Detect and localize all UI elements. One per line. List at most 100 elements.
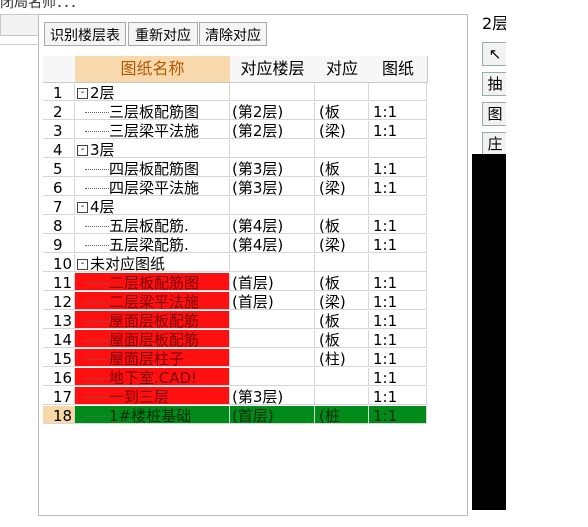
ratio-cell[interactable]	[369, 197, 427, 215]
table-row[interactable]: 14 屋面层板配筋 (板 1:1	[43, 330, 428, 349]
ratio-cell[interactable]: 1:1	[369, 102, 427, 120]
drawing-name-cell[interactable]: -3层	[75, 140, 230, 158]
drawing-name-cell[interactable]: - 未对应图纸	[75, 254, 230, 272]
drawing-name-cell[interactable]: 五层板配筋.	[75, 216, 230, 234]
ratio-cell[interactable]: 1:1	[369, 235, 427, 253]
table-row[interactable]: 3 三层梁平法施 (第2层) (梁) 1:1	[43, 121, 428, 140]
ratio-cell[interactable]: 1:1	[369, 387, 427, 405]
drawing-name-cell[interactable]: 一到三层	[75, 387, 230, 405]
drawing-name-cell[interactable]: 1#楼桩基础	[75, 406, 230, 424]
header-drawing-name[interactable]: 图纸名称	[75, 56, 231, 83]
drawing-name-cell[interactable]: -2层	[75, 83, 230, 101]
drawing-name-cell[interactable]: 四层梁平法施	[75, 178, 230, 196]
map-cell[interactable]	[315, 197, 369, 215]
floor-cell[interactable]: (第3层)	[230, 159, 315, 177]
drawing-name-cell[interactable]: 二层梁平法施	[75, 292, 230, 310]
floor-cell[interactable]: (第3层)	[230, 178, 315, 196]
drawing-name-cell[interactable]: -4层	[75, 197, 230, 215]
drawing-name-cell[interactable]: 三层梁平法施	[75, 121, 230, 139]
column-tool-icon[interactable]: 庄	[482, 132, 508, 156]
ratio-cell[interactable]: 1:1	[369, 292, 427, 310]
drawing-name-cell[interactable]: 屋面层板配筋	[75, 311, 230, 329]
ratio-cell[interactable]: 1:1	[369, 368, 427, 386]
drawing-name-cell[interactable]: 五层梁配筋.	[75, 235, 230, 253]
ratio-cell[interactable]: 1:1	[369, 273, 427, 291]
table-row[interactable]: 13 屋面层板配筋 (板 1:1	[43, 311, 428, 330]
drawing-name-cell[interactable]: 二层板配筋图	[75, 273, 230, 291]
table-row[interactable]: 1-2层	[43, 83, 428, 102]
drawing-name-cell[interactable]: 地下室.CAD!	[75, 368, 230, 386]
map-cell[interactable]	[315, 368, 369, 386]
rematch-button[interactable]: 重新对应	[128, 22, 198, 46]
ratio-cell[interactable]: 1:1	[369, 121, 427, 139]
clear-match-button[interactable]: 清除对应	[199, 22, 267, 46]
floor-cell[interactable]: (第4层)	[230, 216, 315, 234]
table-row[interactable]: 6 四层梁平法施 (第3层) (梁) 1:1	[43, 178, 428, 197]
table-row[interactable]: 18 1#楼桩基础 (首层) (桩 1:1	[43, 406, 428, 425]
floor-cell[interactable]	[230, 254, 315, 272]
table-row[interactable]: 16 地下室.CAD! 1:1	[43, 368, 428, 387]
ratio-cell[interactable]: 1:1	[369, 330, 427, 348]
map-cell[interactable]: (桩	[315, 406, 369, 424]
table-row[interactable]: 12 二层梁平法施 (首层) (梁) 1:1	[43, 292, 428, 311]
table-row[interactable]: 17 一到三层 (第3层) 1:1	[43, 387, 428, 406]
map-cell[interactable]: (柱)	[315, 349, 369, 367]
map-cell[interactable]	[315, 387, 369, 405]
drawing-name-cell[interactable]: 屋面层柱子	[75, 349, 230, 367]
identify-floor-table-button[interactable]: 识别楼层表	[44, 22, 126, 46]
drawing-name-cell[interactable]: 四层板配筋图	[75, 159, 230, 177]
collapse-icon[interactable]: -	[77, 88, 88, 99]
header-floor[interactable]: 对应楼层	[230, 56, 316, 83]
map-cell[interactable]	[315, 83, 369, 101]
map-cell[interactable]: (板	[315, 159, 369, 177]
ratio-cell[interactable]: 1:1	[369, 349, 427, 367]
layer-tool-icon[interactable]: 图	[482, 102, 508, 126]
table-row[interactable]: 7-4层	[43, 197, 428, 216]
collapse-icon[interactable]: -	[77, 145, 88, 156]
ratio-cell[interactable]	[369, 254, 427, 272]
ratio-cell[interactable]	[369, 83, 427, 101]
map-cell[interactable]: (板	[315, 102, 369, 120]
map-cell[interactable]: (梁)	[315, 178, 369, 196]
floor-cell[interactable]	[230, 83, 315, 101]
collapse-icon[interactable]: -	[77, 259, 88, 270]
collapse-icon[interactable]: -	[77, 202, 88, 213]
table-row[interactable]: 15 屋面层柱子 (柱) 1:1	[43, 349, 428, 368]
table-row[interactable]: 2 三层板配筋图 (第2层) (板 1:1	[43, 102, 428, 121]
map-cell[interactable]: (梁)	[315, 121, 369, 139]
drawing-name-cell[interactable]: 屋面层板配筋	[75, 330, 230, 348]
table-row[interactable]: 10- 未对应图纸	[43, 254, 428, 273]
ratio-cell[interactable]: 1:1	[369, 216, 427, 234]
header-ratio[interactable]: 图纸	[369, 56, 428, 83]
floor-cell[interactable]	[230, 349, 315, 367]
map-cell[interactable]: (板	[315, 311, 369, 329]
floor-cell[interactable]: (第3层)	[230, 387, 315, 405]
map-cell[interactable]: (板	[315, 330, 369, 348]
map-cell[interactable]: (梁)	[315, 292, 369, 310]
floor-cell[interactable]: (第2层)	[230, 102, 315, 120]
ratio-cell[interactable]: 1:1	[369, 311, 427, 329]
map-cell[interactable]: (板	[315, 273, 369, 291]
extract-tool-icon[interactable]: 抽	[482, 72, 508, 96]
floor-cell[interactable]	[230, 368, 315, 386]
floor-cell[interactable]	[230, 197, 315, 215]
floor-cell[interactable]: (首层)	[230, 292, 315, 310]
map-cell[interactable]: (梁)	[315, 235, 369, 253]
table-row[interactable]: 5 四层板配筋图 (第3层) (板 1:1	[43, 159, 428, 178]
map-cell[interactable]	[315, 140, 369, 158]
ratio-cell[interactable]: 1:1	[369, 406, 427, 424]
header-map[interactable]: 对应	[315, 56, 370, 83]
floor-cell[interactable]	[230, 140, 315, 158]
drawing-canvas[interactable]	[472, 154, 506, 510]
floor-cell[interactable]	[230, 330, 315, 348]
floor-cell[interactable]: (第4层)	[230, 235, 315, 253]
ratio-cell[interactable]	[369, 140, 427, 158]
floor-cell[interactable]: (首层)	[230, 273, 315, 291]
ratio-cell[interactable]: 1:1	[369, 159, 427, 177]
left-tab-strip[interactable]	[0, 14, 40, 36]
table-row[interactable]: 11 二层板配筋图 (首层) (板 1:1	[43, 273, 428, 292]
map-cell[interactable]: (板	[315, 216, 369, 234]
floor-cell[interactable]	[230, 311, 315, 329]
table-row[interactable]: 9 五层梁配筋. (第4层) (梁) 1:1	[43, 235, 428, 254]
table-row[interactable]: 4-3层	[43, 140, 428, 159]
